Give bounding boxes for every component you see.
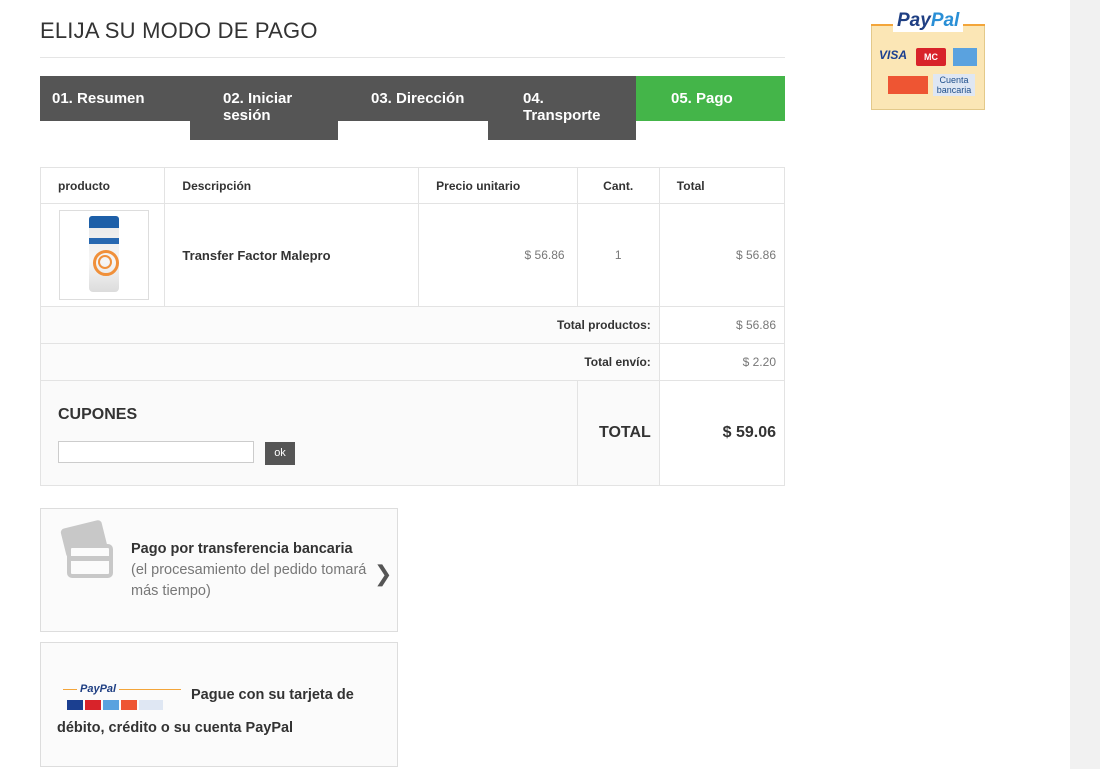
coupon-ok-button[interactable]: ok — [265, 442, 295, 465]
grand-total-label: TOTAL — [576, 380, 660, 486]
total-shipping-value: $ 2.20 — [658, 343, 786, 381]
paypal-text-line2: débito, crédito o su cuenta PayPal — [57, 720, 294, 736]
total-shipping-label: Total envío: — [40, 343, 660, 381]
table-row: Transfer Factor Malepro $ 56.86 1 $ 56.8… — [39, 203, 786, 307]
bank-transfer-note: (el procesamiento del pedido tomará más … — [131, 562, 367, 599]
column-header-description: Descripción — [164, 167, 420, 204]
paypal-cards-logo: PayPal — [63, 683, 181, 715]
total-products-row: Total productos: $ 56.86 — [40, 306, 786, 344]
page-title: ELIJA SU MODO DE PAGO — [40, 18, 318, 43]
product-image[interactable] — [59, 210, 149, 300]
bank-transfer-option[interactable]: Pago por transferencia bancaria (el proc… — [40, 508, 398, 632]
column-header-total: Total — [658, 167, 786, 204]
paypal-logo: PayPal — [893, 10, 964, 32]
paypal-logo-small: PayPal — [77, 683, 120, 695]
product-jar-icon — [89, 216, 119, 292]
quantity: 1 — [576, 203, 660, 307]
column-header-qty: Cant. — [576, 167, 660, 204]
unit-price: $ 56.86 — [418, 203, 578, 307]
coupon-section: CUPONES ok — [40, 380, 578, 486]
chevron-right-icon: ❯ — [374, 561, 393, 586]
grand-total-row: CUPONES ok TOTAL $ 59.06 — [40, 380, 786, 486]
step-transporte[interactable]: 04. Transporte — [488, 76, 636, 140]
step-label: 03. Dirección — [371, 90, 465, 107]
heading-divider — [40, 57, 785, 58]
total-shipping-row: Total envío: $ 2.20 — [40, 343, 786, 381]
bank-card-icon — [888, 76, 928, 94]
cart-summary-table: producto Descripción Precio unitario Can… — [39, 167, 786, 486]
line-total: $ 56.86 — [658, 203, 786, 307]
page-scroll-gutter — [1070, 0, 1100, 769]
column-header-unit-price: Precio unitario — [418, 167, 578, 204]
bank-transfer-text: Pago por transferencia bancaria (el proc… — [131, 539, 371, 602]
paypal-badge: PayPal VISA MC Cuenta bancaria — [871, 10, 985, 110]
checkout-steps: 01. Resumen 02. Iniciar sesión 03. Direc… — [40, 76, 785, 140]
step-pago[interactable]: 05. Pago — [636, 76, 785, 121]
amex-icon — [953, 48, 977, 66]
visa-icon: VISA — [878, 48, 907, 62]
step-direccion[interactable]: 03. Dirección — [338, 76, 488, 121]
bank-transfer-title: Pago por transferencia bancaria — [131, 541, 353, 557]
product-image-cell — [39, 203, 166, 307]
step-label: 01. Resumen — [52, 90, 145, 107]
step-iniciar-sesion[interactable]: 02. Iniciar sesión — [190, 76, 338, 140]
cuenta-bancaria-icon: Cuenta bancaria — [933, 74, 975, 96]
product-name[interactable]: Transfer Factor Malepro — [164, 203, 420, 307]
column-header-product: producto — [39, 167, 166, 204]
step-label: 04. Transporte — [523, 90, 601, 124]
paypal-text-line1: Pague con su tarjeta de — [191, 687, 354, 703]
step-label: 02. Iniciar sesión — [223, 90, 293, 124]
grand-total-value: $ 59.06 — [658, 380, 786, 486]
paypal-logo-pay: Pay — [897, 10, 931, 31]
credit-card-icon — [55, 519, 117, 586]
total-products-value: $ 56.86 — [658, 306, 786, 344]
step-label: 05. Pago — [671, 90, 733, 107]
paypal-option[interactable]: PayPal Pague con su tarjeta de débito, c… — [40, 642, 398, 767]
coupon-input[interactable] — [58, 441, 254, 463]
paypal-logo-pal: Pal — [930, 10, 960, 31]
mastercard-icon: MC — [916, 48, 946, 66]
step-resumen[interactable]: 01. Resumen — [40, 76, 190, 121]
coupon-title: CUPONES — [58, 406, 138, 423]
total-products-label: Total productos: — [40, 306, 660, 344]
